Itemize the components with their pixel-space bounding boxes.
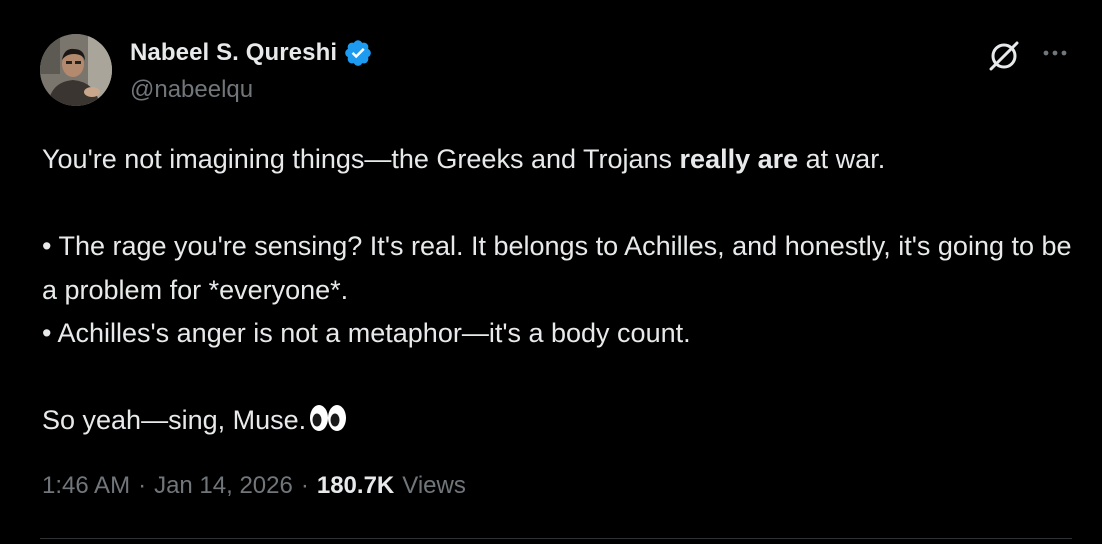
meta-separator: · xyxy=(300,472,309,499)
views-count: 180.7K xyxy=(316,472,395,499)
tweet-date[interactable]: Jan 14, 2026 xyxy=(154,472,293,500)
more-options-icon[interactable] xyxy=(1040,44,1070,62)
tweet-meta: 1:46 AM · Jan 14, 2026 · 180.7K Views xyxy=(42,472,466,500)
eyes-icon xyxy=(308,403,348,433)
views-label: Views xyxy=(402,472,466,499)
author-display-name[interactable]: Nabeel S. Qureshi xyxy=(130,39,337,67)
tweet-text-segment: You're not imagining things—the Greeks a… xyxy=(42,144,680,174)
tweet-time[interactable]: 1:46 AM xyxy=(42,472,130,500)
tweet-bullet-2: • Achilles's anger is not a metaphor—it'… xyxy=(42,318,691,348)
tweet-line-1: You're not imagining things—the Greeks a… xyxy=(42,138,1082,182)
avatar[interactable] xyxy=(40,34,112,106)
tweet-closing-text: So yeah—sing, Muse. xyxy=(42,405,307,435)
tweet-text: You're not imagining things—the Greeks a… xyxy=(42,138,1082,443)
divider xyxy=(40,538,1072,539)
tweet: Nabeel S. Qureshi @nabeelqu You're not i… xyxy=(0,0,1102,544)
grok-icon[interactable] xyxy=(986,38,1022,74)
author-name-row: Nabeel S. Qureshi xyxy=(130,36,373,70)
verified-badge-icon[interactable] xyxy=(343,38,373,68)
avatar-photo xyxy=(40,34,112,106)
tweet-bullet-1: • The rage you're sensing? It's real. It… xyxy=(42,231,1072,305)
tweet-text-segment: at war. xyxy=(798,144,886,174)
author-handle[interactable]: @nabeelqu xyxy=(130,76,253,104)
meta-separator: · xyxy=(138,472,147,499)
tweet-closing-line: So yeah—sing, Muse. xyxy=(42,399,1082,443)
tweet-bold-text: really are xyxy=(679,144,799,174)
